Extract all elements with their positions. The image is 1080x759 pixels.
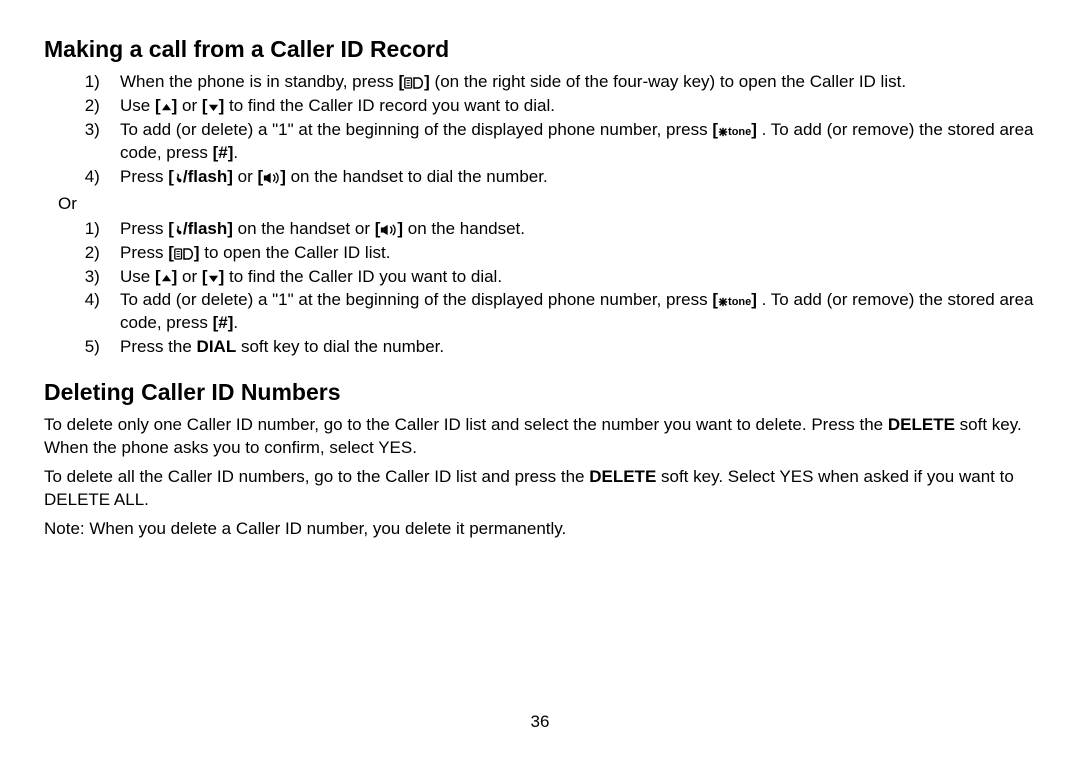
key-down: []	[202, 266, 224, 289]
speaker-icon	[380, 224, 397, 236]
text: .	[233, 143, 238, 162]
speaker-icon	[263, 172, 280, 184]
key-hash: [#]	[213, 142, 234, 165]
key-speaker: []	[258, 166, 286, 189]
key-star-tone: [tone]	[712, 289, 757, 312]
paragraph-delete-all: To delete all the Caller ID numbers, go …	[44, 466, 1036, 512]
paragraph-delete-one: To delete only one Caller ID number, go …	[44, 414, 1036, 460]
text: Press	[120, 167, 168, 186]
key-flash: [/flash]	[168, 166, 233, 189]
cid-icon	[174, 248, 194, 260]
text: on the handset or	[238, 219, 375, 238]
text: Press	[120, 243, 168, 262]
phone-icon	[174, 224, 183, 236]
text: soft key to dial the number.	[241, 337, 444, 356]
heading-deleting: Deleting Caller ID Numbers	[44, 377, 1036, 408]
step: Press the DIAL soft key to dial the numb…	[114, 336, 1036, 359]
list-procedure-1: When the phone is in standby, press [] (…	[44, 71, 1036, 189]
step: Press [] to open the Caller ID list.	[114, 242, 1036, 265]
step: Use [] or [] to find the Caller ID recor…	[114, 95, 1036, 118]
text: To delete only one Caller ID number, go …	[44, 415, 888, 434]
text: to open the Caller ID list.	[204, 243, 390, 262]
key-cid: []	[398, 71, 429, 94]
star-icon	[718, 297, 728, 307]
text: To add (or delete) a "1" at the beginnin…	[120, 290, 712, 309]
down-icon	[208, 273, 219, 284]
page-number: 36	[44, 711, 1036, 734]
text: To delete all the Caller ID numbers, go …	[44, 467, 589, 486]
phone-icon	[174, 172, 183, 184]
text: (on the right side of the four-way key) …	[435, 72, 907, 91]
cid-icon	[404, 77, 424, 89]
step: To add (or delete) a "1" at the beginnin…	[114, 289, 1036, 335]
text: To add (or delete) a "1" at the beginnin…	[120, 120, 712, 139]
key-star-tone: [tone]	[712, 119, 757, 142]
text: .	[233, 313, 238, 332]
heading-making-call: Making a call from a Caller ID Record	[44, 34, 1036, 65]
key-down: []	[202, 95, 224, 118]
text: Use	[120, 96, 155, 115]
text: to find the Caller ID you want to dial.	[229, 267, 502, 286]
text: on the handset to dial the number.	[291, 167, 548, 186]
tone-label: tone	[728, 126, 751, 138]
step: Press [/flash] on the handset or [] on t…	[114, 218, 1036, 241]
list-procedure-2: Press [/flash] on the handset or [] on t…	[44, 218, 1036, 360]
step: When the phone is in standby, press [] (…	[114, 71, 1036, 94]
text: Press the	[120, 337, 197, 356]
text: or	[238, 167, 258, 186]
key-speaker: []	[375, 218, 403, 241]
text: Press	[120, 219, 168, 238]
text: on the handset.	[408, 219, 525, 238]
flash-label: /flash	[183, 219, 227, 238]
tone-label: tone	[728, 296, 751, 308]
text: or	[182, 267, 202, 286]
step: Use [] or [] to find the Caller ID you w…	[114, 266, 1036, 289]
step: To add (or delete) a "1" at the beginnin…	[114, 119, 1036, 165]
star-icon	[718, 127, 728, 137]
or-separator: Or	[58, 193, 1036, 216]
softkey-dial: DIAL	[197, 337, 237, 356]
up-icon	[161, 273, 172, 284]
key-flash: [/flash]	[168, 218, 233, 241]
text: or	[182, 96, 202, 115]
key-cid: []	[168, 242, 199, 265]
flash-label: /flash	[183, 167, 227, 186]
key-hash: [#]	[213, 312, 234, 335]
up-icon	[161, 102, 172, 113]
key-up: []	[155, 95, 177, 118]
text: Use	[120, 267, 155, 286]
key-up: []	[155, 266, 177, 289]
down-icon	[208, 102, 219, 113]
text: When the phone is in standby, press	[120, 72, 398, 91]
text: to find the Caller ID record you want to…	[229, 96, 555, 115]
softkey-delete: DELETE	[888, 415, 955, 434]
step: Press [/flash] or [] on the handset to d…	[114, 166, 1036, 189]
softkey-delete: DELETE	[589, 467, 656, 486]
paragraph-note: Note: When you delete a Caller ID number…	[44, 518, 1036, 541]
